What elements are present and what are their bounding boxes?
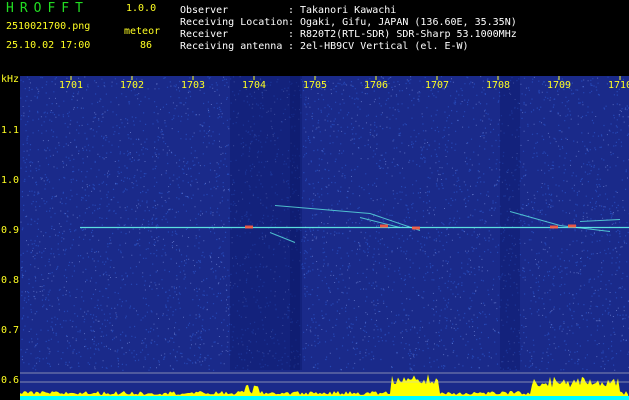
info-colon: : bbox=[288, 41, 295, 52]
hrofft-window: HROFFT 1.0.0 2510021700.png 25.10.02 17:… bbox=[0, 0, 629, 400]
y-tick-label: 0.7 bbox=[1, 325, 20, 336]
y-tick-label: 1.0 bbox=[1, 175, 20, 186]
y-axis-unit: kHz bbox=[1, 74, 20, 85]
x-tick-label: 1707 bbox=[425, 80, 450, 91]
spectrum-baseline bbox=[20, 396, 629, 400]
meteor-echo bbox=[412, 226, 420, 230]
info-colon: : bbox=[288, 5, 295, 16]
x-tick-label: 1708 bbox=[486, 80, 511, 91]
y-tick-label: 0.9 bbox=[1, 225, 20, 236]
x-tick-label: 1705 bbox=[303, 80, 328, 91]
info-colon: : bbox=[288, 17, 295, 28]
info-value: R820T2(RTL-SDR) SDR-Sharp 53.1000MHz bbox=[300, 29, 517, 40]
meteor-echo bbox=[380, 224, 388, 228]
info-key: Receiving antenna bbox=[180, 41, 283, 52]
meteor-echo bbox=[245, 225, 253, 229]
detection-label: meteor bbox=[124, 26, 161, 37]
x-tick-label: 1709 bbox=[547, 80, 572, 91]
y-tick-label: 1.1 bbox=[1, 125, 20, 136]
app-title: HROFFT bbox=[6, 1, 89, 16]
x-tick-label: 1710 bbox=[608, 80, 629, 91]
file-name: 2510021700.png bbox=[6, 21, 91, 32]
info-key: Observer bbox=[180, 5, 229, 16]
time-band bbox=[290, 76, 302, 370]
x-tick-label: 1703 bbox=[181, 80, 206, 91]
x-tick-label: 1704 bbox=[242, 80, 267, 91]
info-colon: : bbox=[288, 29, 295, 40]
info-value: 2el-HB9CV Vertical (el. E-W) bbox=[300, 41, 469, 52]
info-key: Receiving Location bbox=[180, 17, 289, 28]
meteor-echo bbox=[550, 225, 558, 229]
meteor-echo bbox=[568, 224, 576, 228]
app-version: 1.0.0 bbox=[126, 3, 157, 14]
info-key: Receiver bbox=[180, 29, 229, 40]
info-value: Takanori Kawachi bbox=[300, 5, 397, 16]
spectrogram bbox=[20, 76, 629, 400]
x-tick-label: 1706 bbox=[364, 80, 389, 91]
time-band bbox=[230, 76, 300, 370]
detection-count: 86 bbox=[140, 40, 153, 51]
spectrogram-background bbox=[20, 76, 629, 400]
time-band bbox=[500, 76, 520, 370]
x-tick-label: 1701 bbox=[59, 80, 84, 91]
y-tick-label: 0.6 bbox=[1, 375, 20, 386]
timestamp: 25.10.02 17:00 bbox=[6, 40, 91, 51]
y-tick-label: 0.8 bbox=[1, 275, 20, 286]
x-tick-label: 1702 bbox=[120, 80, 145, 91]
info-value: Ogaki, Gifu, JAPAN (136.60E, 35.35N) bbox=[300, 17, 517, 28]
